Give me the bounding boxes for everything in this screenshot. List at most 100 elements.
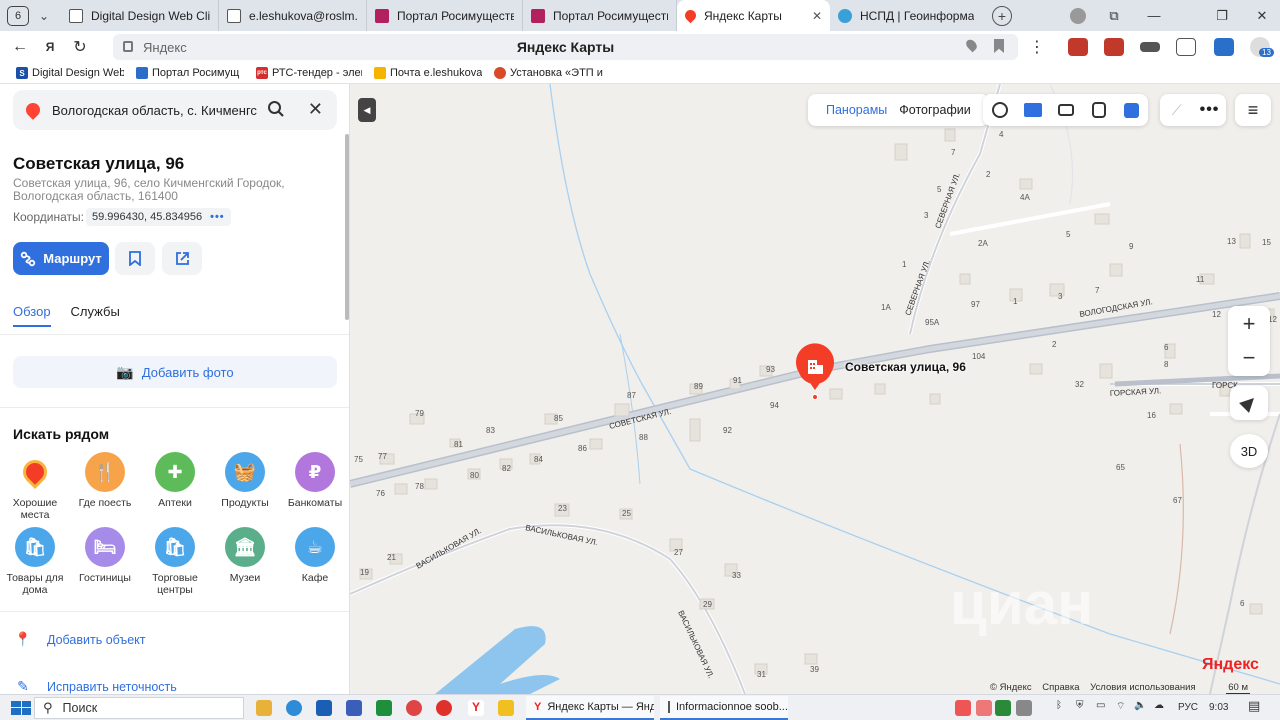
collapse-panel-button[interactable]: ◀ [358,98,376,122]
more-dots-icon[interactable]: ••• [210,211,225,223]
traffic-icon[interactable] [1115,94,1148,126]
place-marker[interactable] [796,343,834,400]
minimize-icon[interactable]: — [1136,0,1172,31]
terms-link[interactable]: Условия использования [1090,682,1195,693]
collections-icon[interactable]: ⧉ [1096,0,1132,31]
extension-icon[interactable] [1104,38,1124,56]
route-button[interactable]: Маршрут [13,242,109,275]
tray-icon[interactable] [1016,700,1032,716]
category-hotels[interactable]: 🛏 Гостиницы [70,527,140,584]
tab-services[interactable]: Службы [71,304,120,327]
extension-icon[interactable] [1068,38,1088,56]
taskbar-app-yandex-maps[interactable]: Y Яндекс Карты — Янд... [526,696,654,720]
category-good-places[interactable]: Хорошие места [0,452,70,521]
3d-button[interactable]: 3D [1230,434,1268,468]
category-groceries[interactable]: 🧺 Продукты [210,452,280,509]
yandex-icon[interactable]: Y [468,700,484,716]
battery-icon[interactable]: ▭ [1096,700,1105,711]
bookmark-item[interactable]: Портал Росимущ [136,67,244,79]
more-dots-icon[interactable]: ••• [1193,94,1226,126]
edge-icon[interactable] [286,700,302,716]
browser-tab-active[interactable]: Яндекс Карты ✕ [677,0,830,31]
map-canvas[interactable]: СОВЕТСКАЯ УЛ. ВОЛОГОДСКАЯ УЛ. СЕВЕРНАЯ У… [350,84,1280,694]
yandex-browser-icon[interactable] [406,700,422,716]
chevron-down-icon[interactable]: ⌄ [33,9,55,23]
opera-icon[interactable] [436,700,452,716]
more-menu-icon[interactable]: ⋮ [1022,32,1052,62]
my-location-button[interactable] [1230,386,1268,420]
category-cafe[interactable]: ☕ Кафе [280,527,349,584]
zoom-out-button[interactable]: − [1228,341,1270,376]
map-book-icon[interactable] [1016,94,1049,126]
extension-icon[interactable] [1214,38,1234,56]
taskbar-app-document[interactable]: Informacionnoe soob... [660,696,788,720]
app-icon[interactable] [498,700,514,716]
close-tab-icon[interactable]: ✕ [806,9,822,23]
browser-tab[interactable]: Портал Росимущества [523,0,677,31]
extension-icon[interactable] [1176,38,1196,56]
bus-icon[interactable] [1082,94,1115,126]
search-icon[interactable] [267,100,285,118]
coordinates-value[interactable]: 59.996430, 45.834956 ••• [86,208,231,226]
clock[interactable]: 9:03 [1209,702,1228,713]
shield-icon[interactable]: ⛨ [1076,700,1084,711]
cloud-icon[interactable]: ☁ [1154,700,1164,711]
outlook-icon[interactable] [316,700,332,716]
bookmark-item[interactable]: Почта e.leshukova [374,67,482,79]
add-object-link[interactable]: 📍 Добавить объект [13,631,145,648]
save-bookmark-button[interactable] [115,242,155,275]
menu-button[interactable]: ≡ [1235,94,1271,126]
bookmark-item[interactable]: Установка «ЭТП и [494,67,604,79]
bluetooth-icon[interactable]: ᛒ [1056,700,1062,711]
browser-tab[interactable]: e.leshukova@roslm.gov [219,0,367,31]
yandex-icon[interactable]: Я [35,32,65,62]
fix-error-link[interactable]: ✎ Исправить неточность [13,678,177,694]
taskbar-search[interactable]: ⚲ Поиск [34,697,244,719]
category-food[interactable]: 🍴 Где поесть [70,452,140,509]
map-search-input[interactable] [52,102,257,118]
browser-tab[interactable]: НСПД | Геоинформаци [830,0,982,31]
browser-tab[interactable]: Digital Design Web Clie [61,0,219,31]
address-bar[interactable]: Яндекс Карты Яндекс [113,34,1018,60]
ruler-icon[interactable]: ⟋ [1160,94,1193,126]
share-button[interactable] [162,242,202,275]
language-indicator[interactable]: РУС [1178,702,1198,713]
tray-icon[interactable] [955,700,971,716]
restore-icon[interactable]: ❐ [1204,0,1240,31]
xbox-icon[interactable] [376,700,392,716]
camera-icon[interactable] [1049,94,1082,126]
category-atm[interactable]: ₽ Банкоматы [280,452,349,509]
extension-icon[interactable] [1140,42,1160,52]
windows-start-icon[interactable] [11,700,31,715]
zoom-in-button[interactable]: + [1228,306,1270,341]
notifications-icon[interactable]: ▤ [1248,698,1260,714]
tab-overview[interactable]: Обзор [13,304,51,327]
category-pharmacy[interactable]: ✚ Аптеки [140,452,210,509]
reload-icon[interactable]: ↻ [65,32,95,62]
add-photo-button[interactable]: 📷 Добавить фото [13,356,337,388]
photos-button[interactable]: Фотографии [899,103,970,117]
file-explorer-icon[interactable] [256,700,272,716]
close-window-icon[interactable]: ✕ [1244,0,1280,31]
profile-icon[interactable] [1060,0,1096,31]
back-arrow-icon[interactable]: ← [5,32,35,62]
category-home-goods[interactable]: 🛍 Товары для дома [0,527,70,596]
clear-search-icon[interactable]: ✕ [308,99,323,120]
panoramas-button[interactable]: Панорамы [826,103,887,117]
divider [0,407,349,408]
tray-icon[interactable] [976,700,992,716]
app-icon[interactable] [346,700,362,716]
category-museums[interactable]: 🏛 Музеи [210,527,280,584]
new-tab-button[interactable]: + [992,5,1012,26]
tab-count-button[interactable]: 6 [7,5,29,26]
wifi-icon[interactable]: ⌔ [1116,700,1125,713]
layers-icon[interactable] [983,94,1016,126]
help-link[interactable]: Справка [1042,682,1079,693]
bookmark-item[interactable]: ртс РТС-тендер - элек [256,67,362,79]
panel-scrollbar[interactable] [345,134,349,320]
tray-icon[interactable] [995,700,1011,716]
volume-icon[interactable]: 🔈 [1134,700,1146,711]
bookmark-item[interactable]: S Digital Design Web [16,67,124,79]
browser-tab[interactable]: Портал Росимущества [367,0,523,31]
category-malls[interactable]: 🛍 Торговые центры [140,527,210,596]
